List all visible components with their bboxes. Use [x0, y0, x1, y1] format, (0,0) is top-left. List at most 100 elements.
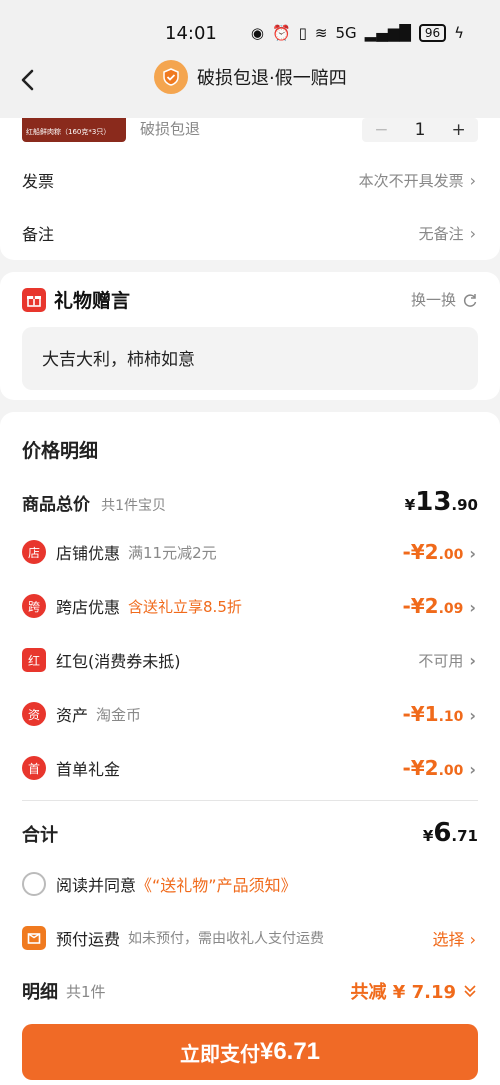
sum-row: 合计 ¥6.71 — [22, 818, 478, 848]
increase-button[interactable]: + — [439, 120, 478, 140]
discount-label: 店铺优惠 — [56, 544, 121, 563]
status-time: 14:01 — [165, 23, 217, 44]
discount-dec: .00 — [438, 547, 464, 563]
chevron-right-icon: › — [469, 223, 476, 243]
sum-label: 合计 — [22, 825, 58, 846]
invoice-value-text: 本次不开具发票 — [358, 171, 464, 190]
divider — [22, 800, 478, 801]
chevron-right-icon: › — [469, 170, 476, 190]
product-guarantee-tag: 破损包退 — [140, 120, 201, 138]
discount-dec: .10 — [438, 709, 464, 725]
network-label: 5G — [335, 24, 357, 42]
discount-label: 红包(消费券未抵) — [56, 652, 181, 671]
shipping-select-button[interactable]: 选择 › — [432, 926, 476, 950]
detail-count: 共1件 — [66, 982, 106, 1001]
prepaid-shipping-row[interactable]: 预付运费 如未预付，需由收礼人支付运费 选择 › — [22, 926, 476, 950]
red-packet-icon: 红 — [22, 648, 46, 672]
shop-discount-row[interactable]: 店 店铺优惠 满11元减2元 -¥2.00 › — [22, 540, 476, 564]
discount-desc: 满11元减2元 — [128, 543, 217, 562]
discount-unavailable: 不可用 — [418, 651, 464, 670]
pay-now-button[interactable]: 立即支付 ¥6.71 — [22, 1024, 478, 1080]
package-icon — [22, 926, 46, 950]
note-row[interactable]: 备注 无备注 › — [22, 221, 476, 245]
red-packet-row[interactable]: 红 红包(消费券未抵) 不可用 › — [22, 648, 476, 672]
currency-symbol: ¥ — [422, 827, 434, 845]
discount-value: -¥2.09 › — [402, 594, 476, 618]
discount-value: -¥2.00 › — [402, 756, 476, 780]
discount-label: 资产 — [56, 706, 89, 725]
gift-title-text: 礼物赠言 — [54, 290, 131, 312]
agreement-text: 阅读并同意 — [56, 876, 137, 895]
nav-title-group: 破损包退·假一赔四 — [154, 60, 347, 94]
shop-icon: 店 — [22, 540, 46, 564]
goods-total-price: ¥13.90 — [405, 487, 478, 517]
cross-shop-discount-row[interactable]: 跨 跨店优惠 含送礼立享8.5折 -¥2.09 › — [22, 594, 476, 618]
charging-icon: ϟ — [454, 24, 464, 42]
chevron-right-icon: › — [469, 598, 476, 617]
back-button[interactable] — [14, 66, 42, 94]
agreement-link[interactable]: 《“送礼物”产品须知》 — [136, 872, 297, 896]
chevron-right-icon: › — [469, 760, 476, 779]
sum-price: ¥6.71 — [423, 818, 478, 848]
nav-bar: 破损包退·假一赔四 — [0, 52, 500, 118]
discount-int: -¥2 — [402, 594, 439, 618]
invoice-label: 发票 — [22, 172, 55, 191]
note-value-text: 无备注 — [418, 224, 464, 243]
decrease-button[interactable]: − — [362, 120, 401, 140]
discount-desc: 含送礼立享8.5折 — [128, 597, 242, 616]
gift-title: 礼物赠言 — [22, 286, 130, 313]
assets-row[interactable]: 资 资产 淘金币 -¥1.10 › — [22, 702, 476, 726]
swap-button[interactable]: 换一换 — [411, 289, 478, 310]
price-integer: 13 — [415, 487, 452, 517]
first-order-gift-row[interactable]: 首 首单礼金 -¥2.00 › — [22, 756, 476, 780]
chevron-right-icon: › — [469, 650, 476, 670]
note-label: 备注 — [22, 225, 55, 244]
discount-value: -¥1.10 › — [402, 702, 476, 726]
chevron-right-icon: › — [469, 706, 476, 725]
chevron-right-icon: › — [469, 930, 476, 949]
alarm-icon: ⏰ — [271, 24, 291, 42]
agreement-checkbox[interactable] — [22, 872, 46, 896]
goods-total-row: 商品总价 共1件宝贝 ¥13.90 — [22, 487, 478, 517]
lightning-icon: 首 — [22, 756, 46, 780]
price-integer: 6 — [433, 818, 452, 848]
goods-total-label-group: 商品总价 共1件宝贝 — [22, 490, 166, 515]
detail-label: 明细 — [22, 982, 58, 1003]
price-details-card: 价格明细 商品总价 共1件宝贝 ¥13.90 店 店铺优惠 满11元减2元 -¥… — [0, 412, 500, 1012]
chevron-left-icon — [21, 69, 34, 91]
note-value: 无备注 › — [419, 223, 476, 244]
goods-total-count: 共1件宝贝 — [101, 498, 167, 514]
product-thumbnail[interactable]: 红船鲜肉粽（160克*3只） — [22, 118, 126, 142]
price-decimal: .71 — [451, 827, 478, 845]
shipping-select-label: 选择 — [432, 930, 465, 949]
pay-label: 立即支付 — [179, 1043, 260, 1066]
signal-icon: ▂▄▆█ — [364, 24, 411, 42]
eye-icon: ◉ — [250, 24, 264, 42]
quantity-stepper: − 1 + — [362, 118, 478, 142]
gift-message-input[interactable]: 大吉大利，柿柿如意 — [22, 327, 478, 390]
currency-symbol: ¥ — [404, 496, 416, 514]
discount-int: -¥2 — [402, 756, 439, 780]
product-card: 红船鲜肉粽（160克*3只） 破损包退 − 1 + 发票 本次不开具发票 › 备… — [0, 118, 500, 260]
discount-dec: .09 — [438, 601, 464, 617]
discount-label: 跨店优惠 — [56, 598, 121, 617]
total-savings: 共减 ¥ 7.19 — [351, 978, 478, 1004]
discount-value: 不可用 › — [418, 650, 476, 671]
discount-value: -¥2.00 › — [402, 540, 476, 564]
product-thumb-text: 红船鲜肉粽（160克*3只） — [26, 128, 111, 136]
discount-int: -¥1 — [402, 702, 439, 726]
tag-icon: 资 — [22, 702, 46, 726]
invoice-row[interactable]: 发票 本次不开具发票 › — [22, 168, 476, 192]
detail-row[interactable]: 明细 共1件 共减 ¥ 7.19 — [22, 978, 478, 1004]
discount-label: 首单礼金 — [56, 760, 121, 779]
discount-dec: .00 — [438, 763, 464, 779]
chevron-right-icon: › — [469, 544, 476, 563]
quantity-value[interactable]: 1 — [401, 120, 440, 140]
savings-text: 共减 ¥ 7.19 — [350, 982, 456, 1003]
swap-label: 换一换 — [410, 291, 456, 309]
goods-total-label: 商品总价 — [22, 495, 90, 515]
refresh-icon — [463, 293, 477, 307]
bottom-bar: 明细 共1件 共减 ¥ 7.19 立即支付 ¥6.71 — [0, 968, 500, 1085]
discount-desc: 淘金币 — [96, 705, 142, 724]
battery-icon: 96 — [418, 24, 447, 42]
